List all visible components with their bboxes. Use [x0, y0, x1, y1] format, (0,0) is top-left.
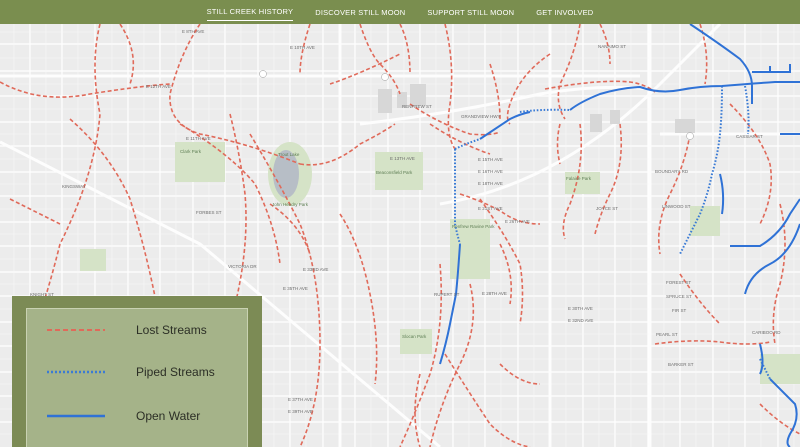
- label-joyce-st: JOYCE ST: [596, 206, 619, 211]
- top-navigation: STILL CREEK HISTORY DISCOVER STILL MOON …: [0, 0, 800, 24]
- piped-streams-swatch: [47, 370, 105, 374]
- label-cariboo-rd: CARIBOO RD: [752, 330, 781, 335]
- label-renfrew-ravine-park: Renfrew Ravine Park: [452, 224, 495, 229]
- nav-still-creek-history[interactable]: STILL CREEK HISTORY: [206, 3, 294, 21]
- label-e30th: E 30TH AVE: [568, 306, 593, 311]
- label-rupert-st: RUPERT ST: [434, 292, 460, 297]
- label-e15th: E 15TH AVE: [478, 157, 503, 162]
- highway-shields: [259, 70, 694, 140]
- label-e33rd: E 33RD AVE: [303, 267, 329, 272]
- label-john-hendry-park: John Hendry Park: [272, 202, 309, 207]
- label-e32nd: E 32ND AVE: [568, 318, 594, 323]
- nav-get-involved[interactable]: GET INVOLVED: [536, 4, 593, 21]
- label-e12th: E 12TH AVE: [146, 84, 171, 89]
- legend-lost-label: Lost Streams: [136, 323, 207, 337]
- label-barker-st: BARKER ST: [668, 362, 694, 367]
- label-e8th: E 8TH AVE: [182, 29, 205, 34]
- label-forest-st: FOREST ST: [666, 280, 692, 285]
- legend-open-water: Open Water: [27, 407, 247, 427]
- label-e39th: E 39TH AVE: [288, 409, 313, 414]
- nav-support-still-moon[interactable]: SUPPORT STILL MOON: [427, 4, 514, 21]
- label-victoria-dr: VICTORIA DR: [228, 264, 257, 269]
- label-e13th: E 13TH AVE: [390, 156, 415, 161]
- label-e16th: E 16TH AVE: [478, 169, 503, 174]
- label-e10th: E 10TH AVE: [290, 45, 315, 50]
- label-beaconsfield-park: Beaconsfield Park: [376, 170, 413, 175]
- legend-lost-streams: Lost Streams: [27, 321, 247, 341]
- label-nanaimo-st: NANAIMO ST: [598, 44, 627, 49]
- legend-piped-label: Piped Streams: [136, 365, 215, 379]
- label-clark-park: Clark Park: [180, 149, 202, 154]
- label-boundary-rd: BOUNDARY RD: [655, 169, 689, 174]
- label-kingsway: KINGSWAY: [62, 184, 86, 189]
- label-e18th: E 18TH AVE: [478, 181, 503, 186]
- label-e28th: E 28TH AVE: [482, 291, 507, 296]
- legend-panel: Lost Streams Piped Streams Open Water: [26, 308, 248, 447]
- legend-piped-streams: Piped Streams: [27, 363, 247, 383]
- legend-open-label: Open Water: [136, 409, 201, 423]
- label-falaise-park: Falaise Park: [566, 176, 592, 181]
- lost-streams-swatch: [47, 329, 105, 331]
- label-slocan-park: Slocan Park: [402, 334, 427, 339]
- label-grandview-hwy: GRANDVIEW HWY: [461, 114, 501, 119]
- label-pearl-st: PEARL ST: [656, 332, 678, 337]
- map-legend: Lost Streams Piped Streams Open Water: [12, 296, 262, 447]
- label-e37th: E 37TH AVE: [288, 397, 313, 402]
- label-cassiar-st: CASSIAR ST: [736, 134, 763, 139]
- label-e11th: E 11TH AVE: [186, 136, 211, 141]
- label-linwood-st: LINWOOD ST: [662, 204, 691, 209]
- label-e21st: E 21ST AVE: [478, 206, 503, 211]
- label-renfrew-st: RENFREW ST: [402, 104, 432, 109]
- label-e26th: E 26TH AVE: [505, 219, 530, 224]
- label-trout-lake: Trout Lake: [278, 152, 300, 157]
- label-e35th: E 35TH AVE: [283, 286, 308, 291]
- label-spruce-st: SPRUCE ST: [666, 294, 692, 299]
- open-water-swatch: [47, 414, 105, 418]
- label-forbes-st: FORBES ST: [196, 210, 222, 215]
- nav-discover-still-moon[interactable]: DISCOVER STILL MOON: [315, 4, 405, 21]
- label-fir-st: FIR ST: [672, 308, 687, 313]
